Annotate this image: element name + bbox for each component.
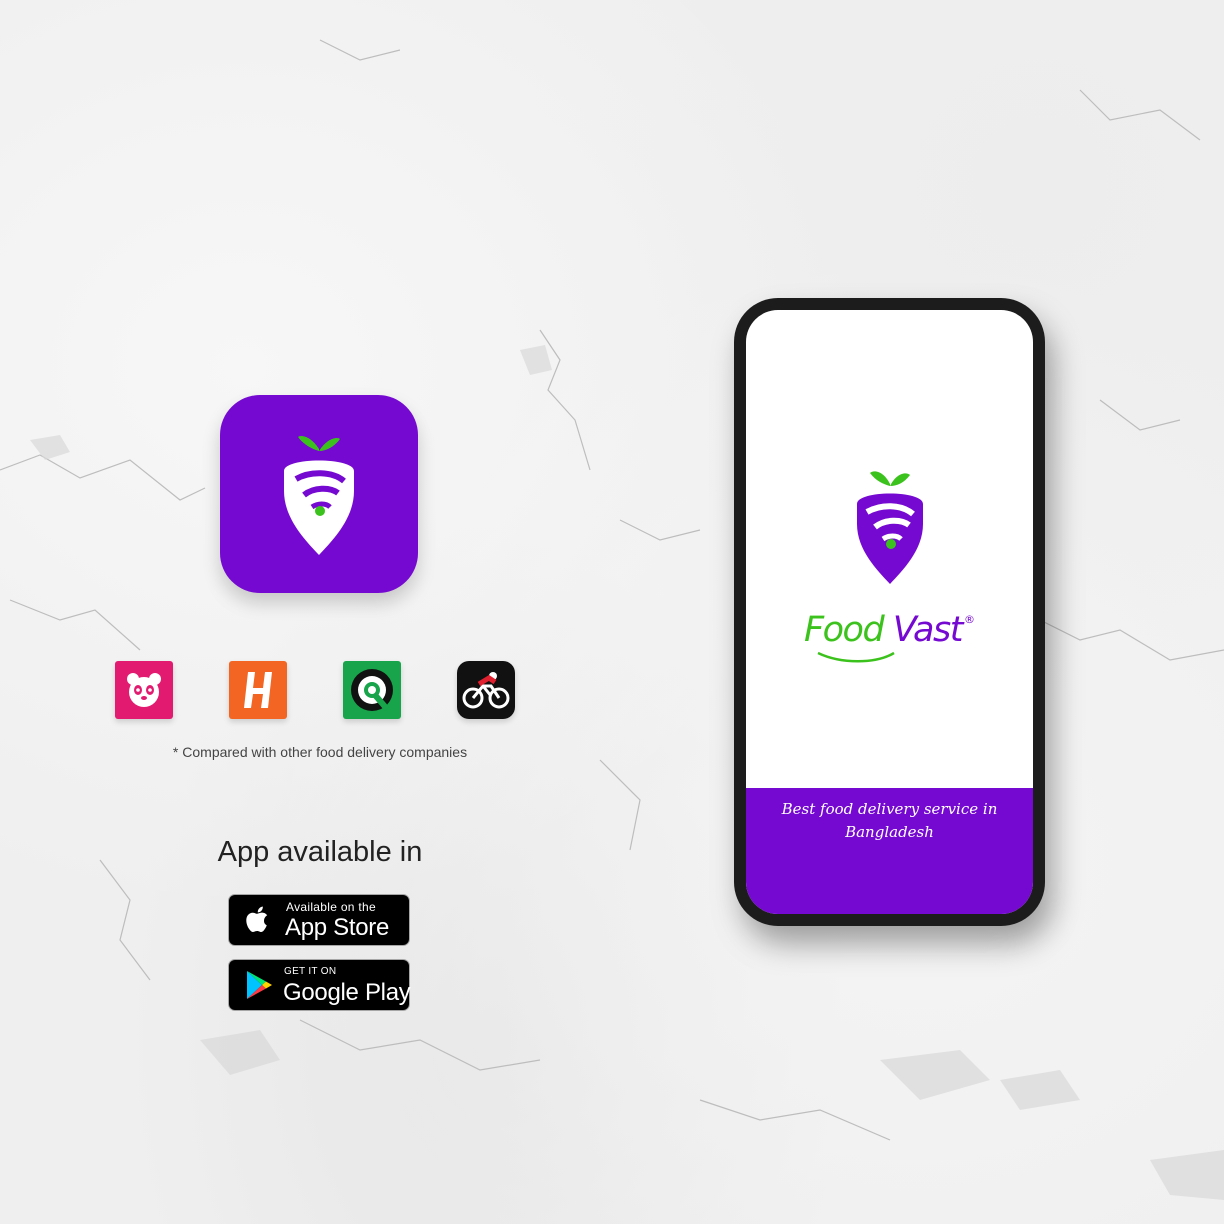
- panda-icon: [127, 673, 161, 707]
- app-store-small-text: Available on the: [286, 900, 376, 914]
- q-circle-icon: [351, 669, 393, 711]
- phone-footer-band: Best food delivery service in Bangladesh: [746, 788, 1033, 914]
- apple-icon: [246, 906, 268, 933]
- brand-tagline: Best food delivery service in Bangladesh: [781, 800, 998, 841]
- brand-name: Food Vast ®: [746, 610, 1033, 650]
- play-triangle-icon: [247, 971, 272, 999]
- foodvast-app-icon[interactable]: [220, 395, 418, 593]
- phone-screen: Food Vast ® Best food delivery service in…: [746, 310, 1033, 914]
- carrot-location-pin-icon: [857, 471, 923, 584]
- google-play-small-text: GET IT ON: [284, 966, 337, 977]
- carrot-location-pin-icon: [284, 436, 354, 555]
- google-play-badge[interactable]: GET IT ON Google Play: [228, 959, 411, 1011]
- h-letter-icon: [244, 672, 272, 708]
- phone-mockup: Food Vast ® Best food delivery service in…: [734, 298, 1045, 926]
- cyclist-icon: [462, 672, 510, 709]
- brand-swoosh: [817, 651, 895, 663]
- app-available-title: App available in: [217, 836, 423, 868]
- bicycle-delivery-app-icon: [457, 661, 515, 719]
- brand-name-vast: Vast: [892, 610, 964, 650]
- google-play-big-text: Google Play: [283, 979, 411, 1006]
- brand-name-food: Food: [804, 610, 885, 650]
- hungrynaki-app-icon: [229, 661, 287, 719]
- app-store-big-text: App Store: [285, 914, 390, 941]
- registered-mark: ®: [963, 613, 975, 626]
- comparison-note-text: Compared with other food delivery compan…: [182, 744, 468, 760]
- comparison-note: * Compared with other food delivery comp…: [0, 744, 640, 760]
- asterisk: *: [172, 744, 183, 760]
- foodpanda-app-icon: [115, 661, 173, 719]
- pathao-food-app-icon: [343, 661, 401, 719]
- app-store-badge[interactable]: Available on the App Store: [228, 894, 410, 946]
